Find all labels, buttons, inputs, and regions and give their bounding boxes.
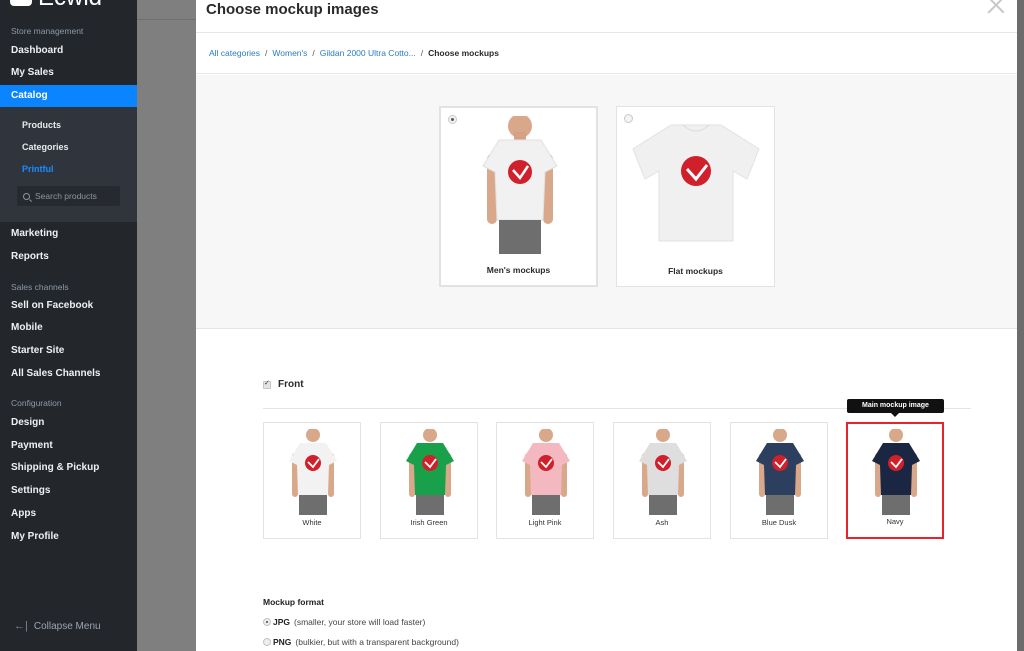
- collapse-menu-button[interactable]: ←| Collapse Menu: [14, 620, 101, 632]
- sidebar-item-my-profile[interactable]: My Profile: [0, 526, 137, 548]
- color-label: Blue Dusk: [761, 518, 797, 527]
- color-card-irish-green[interactable]: Irish Green: [380, 422, 478, 539]
- sidebar: Ecwid Store management Dashboard My Sale…: [0, 0, 137, 651]
- sidebar-item-marketing[interactable]: Marketing: [0, 223, 137, 245]
- color-card-blue-dusk[interactable]: Blue Dusk: [730, 422, 828, 539]
- sidebar-subitem-printful[interactable]: Printful: [22, 164, 54, 174]
- format-desc: (bulkier, but with a transparent backgro…: [295, 637, 459, 647]
- color-card-navy[interactable]: Navy: [846, 422, 944, 539]
- format-name: PNG: [273, 637, 292, 647]
- format-option-jpg[interactable]: JPG (smaller, your store will load faste…: [263, 617, 425, 627]
- sidebar-subitem-categories[interactable]: Categories: [22, 142, 69, 152]
- search-products-field[interactable]: [17, 186, 120, 206]
- format-radio[interactable]: [263, 638, 271, 646]
- format-name: JPG: [273, 617, 291, 627]
- breadcrumb-womens[interactable]: Women's: [272, 48, 307, 58]
- collapse-arrow-icon: ←|: [14, 620, 28, 632]
- color-label: Navy: [886, 517, 904, 526]
- sidebar-item-payment[interactable]: Payment: [0, 435, 137, 457]
- sidebar-item-shipping-pickup[interactable]: Shipping & Pickup: [0, 457, 137, 479]
- mockup-type-label: Men's mockups: [486, 265, 551, 275]
- choose-mockup-modal: Choose mockup images All categories / Wo…: [196, 0, 1017, 651]
- close-icon[interactable]: [985, 0, 1007, 16]
- sidebar-item-settings[interactable]: Settings: [0, 480, 137, 502]
- section-sales-channels: Sales channels: [11, 282, 69, 292]
- mens-mockup-image: [482, 116, 558, 254]
- sidebar-item-mobile[interactable]: Mobile: [0, 317, 137, 339]
- color-label: Irish Green: [410, 518, 448, 527]
- ecwid-logo[interactable]: Ecwid: [10, 0, 102, 12]
- sidebar-item-sell-on-facebook[interactable]: Sell on Facebook: [0, 295, 137, 317]
- main-mockup-tooltip: Main mockup image: [847, 399, 944, 417]
- sidebar-subitem-products[interactable]: Products: [22, 120, 61, 130]
- format-option-png[interactable]: PNG (bulkier, but with a transparent bac…: [263, 637, 459, 647]
- mockup-format-title: Mockup format: [263, 597, 324, 607]
- breadcrumb-separator: /: [420, 48, 424, 58]
- modal-header: Choose mockup images: [196, 0, 1017, 33]
- mockup-thumbnail-image: [756, 429, 804, 515]
- sidebar-item-apps[interactable]: Apps: [0, 503, 137, 525]
- mockup-thumbnail-image: [289, 429, 337, 515]
- sidebar-item-catalog[interactable]: Catalog: [0, 85, 137, 107]
- sidebar-item-my-sales[interactable]: My Sales: [0, 62, 137, 84]
- color-label: Light Pink: [528, 518, 562, 527]
- front-label: Front: [278, 379, 304, 390]
- mockup-thumbnail-image: [639, 429, 687, 515]
- mockup-type-radio-selected[interactable]: [448, 115, 457, 124]
- modal-title: Choose mockup images: [206, 1, 379, 18]
- breadcrumb-separator: /: [312, 48, 315, 58]
- mockup-type-label: Flat mockups: [668, 266, 723, 276]
- breadcrumb: All categories / Women's / Gildan 2000 U…: [196, 33, 1017, 74]
- modal-backdrop-right[interactable]: [1017, 0, 1024, 651]
- section-store-management: Store management: [11, 26, 84, 36]
- mockup-type-mens[interactable]: Men's mockups: [439, 106, 598, 287]
- mockup-type-flat[interactable]: Flat mockups: [616, 106, 775, 287]
- front-checkbox[interactable]: [263, 379, 271, 389]
- color-card-white[interactable]: White: [263, 422, 361, 539]
- sidebar-item-dashboard[interactable]: Dashboard: [0, 40, 137, 62]
- color-label: White: [302, 518, 322, 527]
- section-configuration: Configuration: [11, 398, 62, 408]
- mockup-type-section: Men's mockups Flat mockups: [196, 75, 1017, 329]
- format-desc: (smaller, your store will load faster): [294, 617, 426, 627]
- breadcrumb-product[interactable]: Gildan 2000 Ultra Cotto...: [320, 48, 416, 58]
- color-label: Ash: [655, 518, 669, 527]
- ecwid-logo-icon: [10, 0, 32, 6]
- sidebar-item-reports[interactable]: Reports: [0, 246, 137, 268]
- search-products-input[interactable]: [35, 191, 115, 201]
- flat-mockup-image: [632, 124, 760, 242]
- breadcrumb-separator: /: [265, 48, 268, 58]
- color-card-light-pink[interactable]: Light Pink: [496, 422, 594, 539]
- front-option[interactable]: Front: [263, 379, 304, 390]
- breadcrumb-current: Choose mockups: [428, 48, 499, 58]
- mockup-thumbnail-image: [872, 429, 920, 515]
- sidebar-item-design[interactable]: Design: [0, 412, 137, 434]
- mockup-thumbnail-image: [406, 429, 454, 515]
- color-card-ash[interactable]: Ash: [613, 422, 711, 539]
- sidebar-item-all-sales-channels[interactable]: All Sales Channels: [0, 363, 137, 385]
- format-radio-selected[interactable]: [263, 618, 271, 626]
- collapse-menu-label: Collapse Menu: [33, 620, 101, 632]
- breadcrumb-all-categories[interactable]: All categories: [209, 48, 260, 58]
- logo-text: Ecwid: [38, 0, 102, 12]
- search-icon: [23, 192, 30, 200]
- sidebar-item-starter-site[interactable]: Starter Site: [0, 340, 137, 362]
- mockup-thumbnail-image: [522, 429, 570, 515]
- modal-backdrop[interactable]: [137, 0, 196, 651]
